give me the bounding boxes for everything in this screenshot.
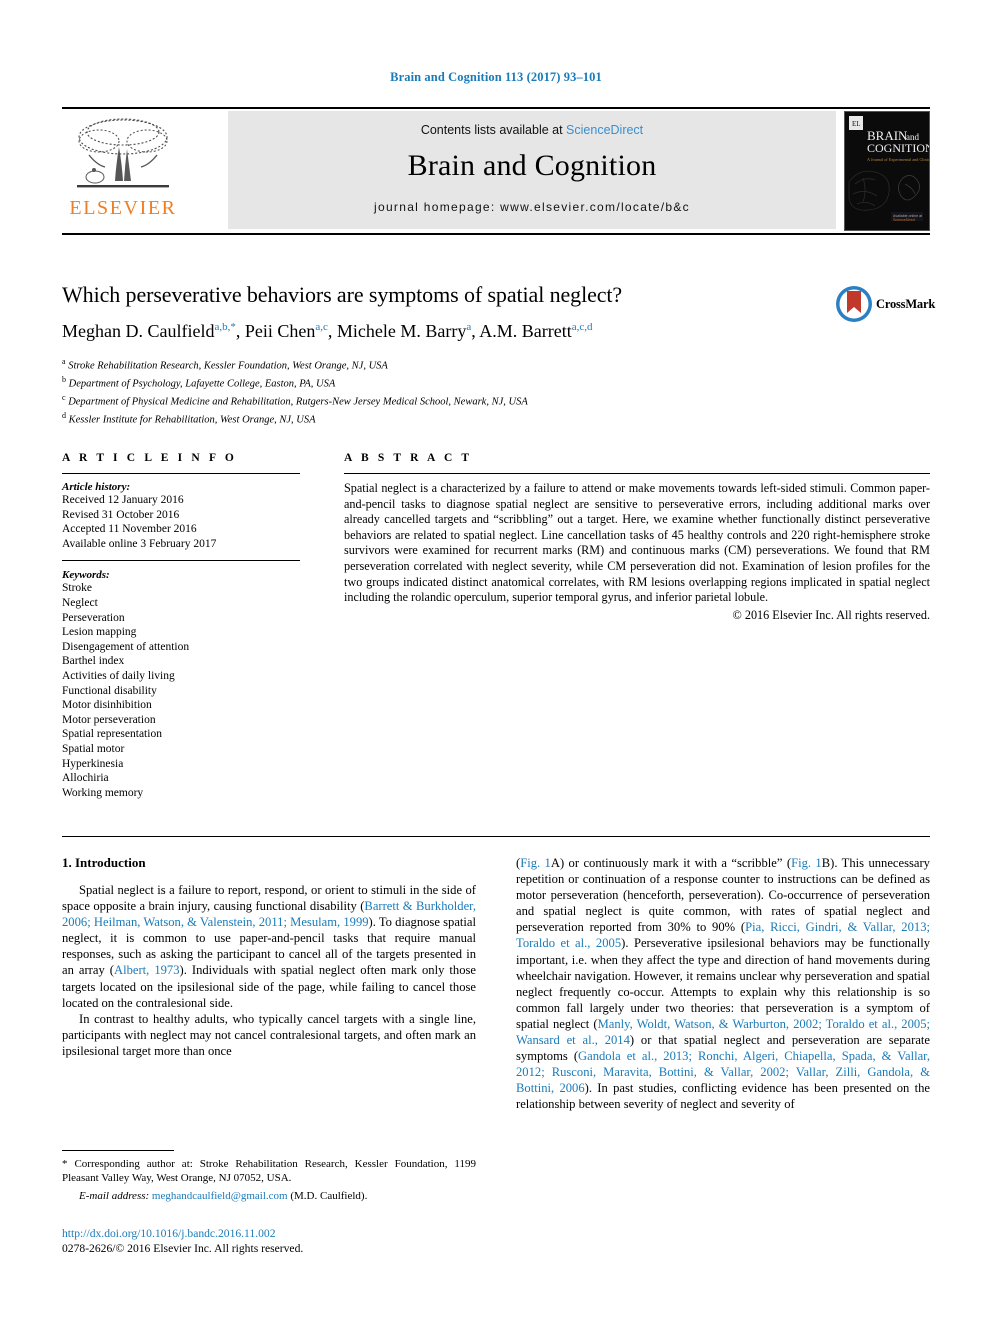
svg-text:ScienceDirect: ScienceDirect: [893, 218, 915, 222]
email-note: E-mail address: meghandcaulfield@gmail.c…: [62, 1189, 476, 1203]
author-affiliation-marker: a: [466, 321, 472, 333]
article-header: CrossMark Which perseverative behaviors …: [62, 282, 935, 427]
article-history-label: Article history:: [62, 481, 131, 493]
body-column-right: (Fig. 1A) or continuously mark it with a…: [516, 855, 930, 1113]
body-column-left: 1. Introduction Spatial neglect is a fai…: [62, 855, 476, 1059]
body-separator-rule: [62, 836, 930, 837]
keyword-item: Activities of daily living: [62, 669, 175, 682]
keyword-item: Perseveration: [62, 611, 125, 624]
abstract-text: Spatial neglect is a characterized by a …: [344, 481, 930, 605]
keyword-item: Motor perseveration: [62, 713, 156, 726]
doi-block: http://dx.doi.org/10.1016/j.bandc.2016.1…: [62, 1226, 502, 1256]
paragraph-intro-1: Spatial neglect is a failure to report, …: [62, 882, 476, 1011]
article-history-item: Available online 3 February 2017: [62, 537, 217, 550]
affiliation-text: Stroke Rehabilitation Research, Kessler …: [65, 360, 388, 372]
journal-cover-art: EL BRAIN and COGNITION A Journal of Expe…: [845, 112, 929, 230]
footnote-block: * Corresponding author at: Stroke Rehabi…: [62, 1150, 476, 1203]
corresponding-author-note: * Corresponding author at: Stroke Rehabi…: [62, 1158, 476, 1184]
journal-cover-thumbnail[interactable]: EL BRAIN and COGNITION A Journal of Expe…: [844, 111, 930, 231]
keyword-item: Barthel index: [62, 655, 125, 668]
email-owner: (M.D. Caulfield).: [290, 1190, 368, 1202]
citation-link[interactable]: Fig. 1: [791, 856, 822, 870]
affiliation-list: a Stroke Rehabilitation Research, Kessle…: [62, 355, 930, 427]
footnote-rule: [62, 1150, 174, 1151]
crossmark-icon: [836, 286, 872, 322]
paragraph-intro-3: (Fig. 1A) or continuously mark it with a…: [516, 855, 930, 1113]
paragraph-text: A) or continuously mark it with a “scrib…: [550, 856, 792, 870]
crossmark-badge[interactable]: CrossMark: [834, 284, 935, 326]
abstract-column: A B S T R A C T Spatial neglect is a cha…: [344, 452, 930, 623]
author-name: Peii Chen: [244, 321, 316, 341]
keyword-item: Neglect: [62, 596, 98, 609]
abstract-copyright: © 2016 Elsevier Inc. All rights reserved…: [732, 607, 930, 622]
keywords-list: Stroke Neglect Perseveration Lesion mapping…: [62, 581, 300, 800]
affiliation: a Stroke Rehabilitation Research, Kessle…: [62, 355, 930, 373]
article-info-rule-mid: [62, 560, 300, 562]
author-affiliation-marker: a,b,*: [214, 321, 236, 333]
journal-band: Contents lists available at ScienceDirec…: [228, 111, 836, 229]
svg-text:EL: EL: [852, 120, 861, 128]
doi-link[interactable]: http://dx.doi.org/10.1016/j.bandc.2016.1…: [62, 1226, 502, 1241]
keyword-item: Working memory: [62, 786, 144, 799]
citation-link[interactable]: Fig. 1: [520, 856, 551, 870]
article-history-item: Revised 31 October 2016: [62, 508, 180, 521]
author-affiliation-marker: a,c: [315, 321, 328, 333]
article-history-item: Received 12 January 2016: [62, 494, 184, 506]
issn-copyright-line: 0278-2626/© 2016 Elsevier Inc. All right…: [62, 1242, 304, 1255]
keyword-item: Lesion mapping: [62, 626, 137, 639]
author-list: Meghan D. Caulfielda,b,*, Peii Chena,c, …: [62, 321, 593, 341]
running-head: Brain and Cognition 113 (2017) 93–101: [390, 70, 602, 84]
masthead-top-rule: [62, 107, 930, 109]
affiliation: c Department of Physical Medicine and Re…: [62, 391, 930, 409]
keyword-item: Hyperkinesia: [62, 757, 124, 770]
citation-link[interactable]: Albert, 1973: [114, 963, 180, 977]
elsevier-logo[interactable]: ELSEVIER: [64, 115, 182, 227]
contents-available-line: Contents lists available at ScienceDirec…: [228, 111, 836, 137]
email-label: E-mail address:: [79, 1190, 150, 1202]
keywords-label: Keywords:: [62, 569, 110, 582]
paper-page: Brain and Cognition 113 (2017) 93–101 EL…: [0, 0, 992, 1323]
keyword-item: Spatial motor: [62, 742, 125, 755]
article-info-column: A R T I C L E I N F O Article history: R…: [62, 452, 300, 800]
elsevier-wordmark: ELSEVIER: [69, 197, 177, 219]
svg-text:A Journal of Experimental and: A Journal of Experimental and Clinical S…: [867, 157, 929, 162]
journal-homepage[interactable]: journal homepage: www.elsevier.com/locat…: [228, 200, 836, 214]
article-history-list: Received 12 January 2016 Revised 31 Octob…: [62, 493, 300, 551]
affiliation-text: Kessler Institute for Rehabilitation, We…: [66, 414, 316, 426]
section-heading-introduction: 1. Introduction: [62, 855, 146, 870]
svg-text:COGNITION: COGNITION: [867, 141, 929, 155]
paragraph-intro-2: In contrast to healthy adults, who typic…: [62, 1011, 476, 1058]
keyword-item: Motor disinhibition: [62, 699, 152, 712]
page-title: Which perseverative behaviors are sympto…: [62, 282, 623, 307]
article-history-item: Accepted 11 November 2016: [62, 523, 197, 536]
contents-prefix: Contents lists available at: [420, 123, 567, 137]
keyword-item: Stroke: [62, 582, 93, 595]
affiliation: b Department of Psychology, Lafayette Co…: [62, 373, 930, 391]
keyword-item: Spatial representation: [62, 728, 162, 741]
affiliation: d Kessler Institute for Rehabilitation, …: [62, 409, 930, 427]
article-info-heading: A R T I C L E I N F O: [62, 452, 237, 464]
abstract-rule: [344, 473, 930, 474]
affiliation-text: Department of Psychology, Lafayette Coll…: [66, 378, 336, 390]
author-name: A.M. Barrett: [479, 321, 572, 341]
email-link[interactable]: meghandcaulfield@gmail.com: [152, 1190, 288, 1202]
author-name: Meghan D. Caulfield: [62, 321, 215, 341]
crossmark-label: CrossMark: [876, 297, 936, 311]
sciencedirect-link[interactable]: ScienceDirect: [566, 123, 643, 137]
author-affiliation-marker: a,c,d: [571, 321, 593, 333]
keyword-item: Allochiria: [62, 772, 109, 785]
article-info-rule-top: [62, 473, 300, 474]
masthead-bottom-rule: [62, 233, 930, 235]
affiliation-text: Department of Physical Medicine and Reha…: [65, 396, 528, 408]
abstract-heading: A B S T R A C T: [344, 452, 473, 464]
journal-masthead: ELSEVIER Contents lists available at Sci…: [62, 107, 930, 235]
keyword-item: Functional disability: [62, 684, 157, 697]
elsevier-tree-icon: [77, 118, 169, 188]
keyword-item: Disengagement of attention: [62, 640, 190, 653]
journal-title: Brain and Cognition: [407, 149, 657, 182]
author-name: Michele M. Barry: [336, 321, 467, 341]
